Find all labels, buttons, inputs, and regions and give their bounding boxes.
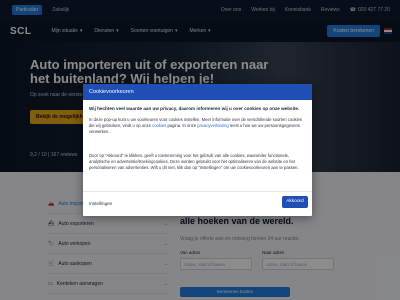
settings-button[interactable]: Instellingen [89, 201, 112, 206]
modal-divider [83, 191, 312, 192]
modal-paragraph-2: Door op "Akkoord" te klikken, geeft u to… [89, 153, 299, 170]
cookie-modal: Cookievoorkeuren Wij hechten veel waarde… [83, 84, 312, 216]
accept-button[interactable]: Akkoord [282, 196, 308, 208]
cookies-link[interactable]: cookies [152, 123, 166, 128]
modal-title: Wij hechten veel waarde aan uw privacy, … [89, 106, 300, 111]
p1-text-b: pagina. In onze [166, 123, 198, 128]
modal-header-title: Cookievoorkeuren [89, 89, 134, 95]
modal-header: Cookievoorkeuren [83, 84, 312, 100]
privacy-link[interactable]: privacyverklaring [197, 123, 228, 128]
modal-paragraph-1: In deze pop-up kunt u uw voorkeuren voor… [89, 117, 307, 135]
